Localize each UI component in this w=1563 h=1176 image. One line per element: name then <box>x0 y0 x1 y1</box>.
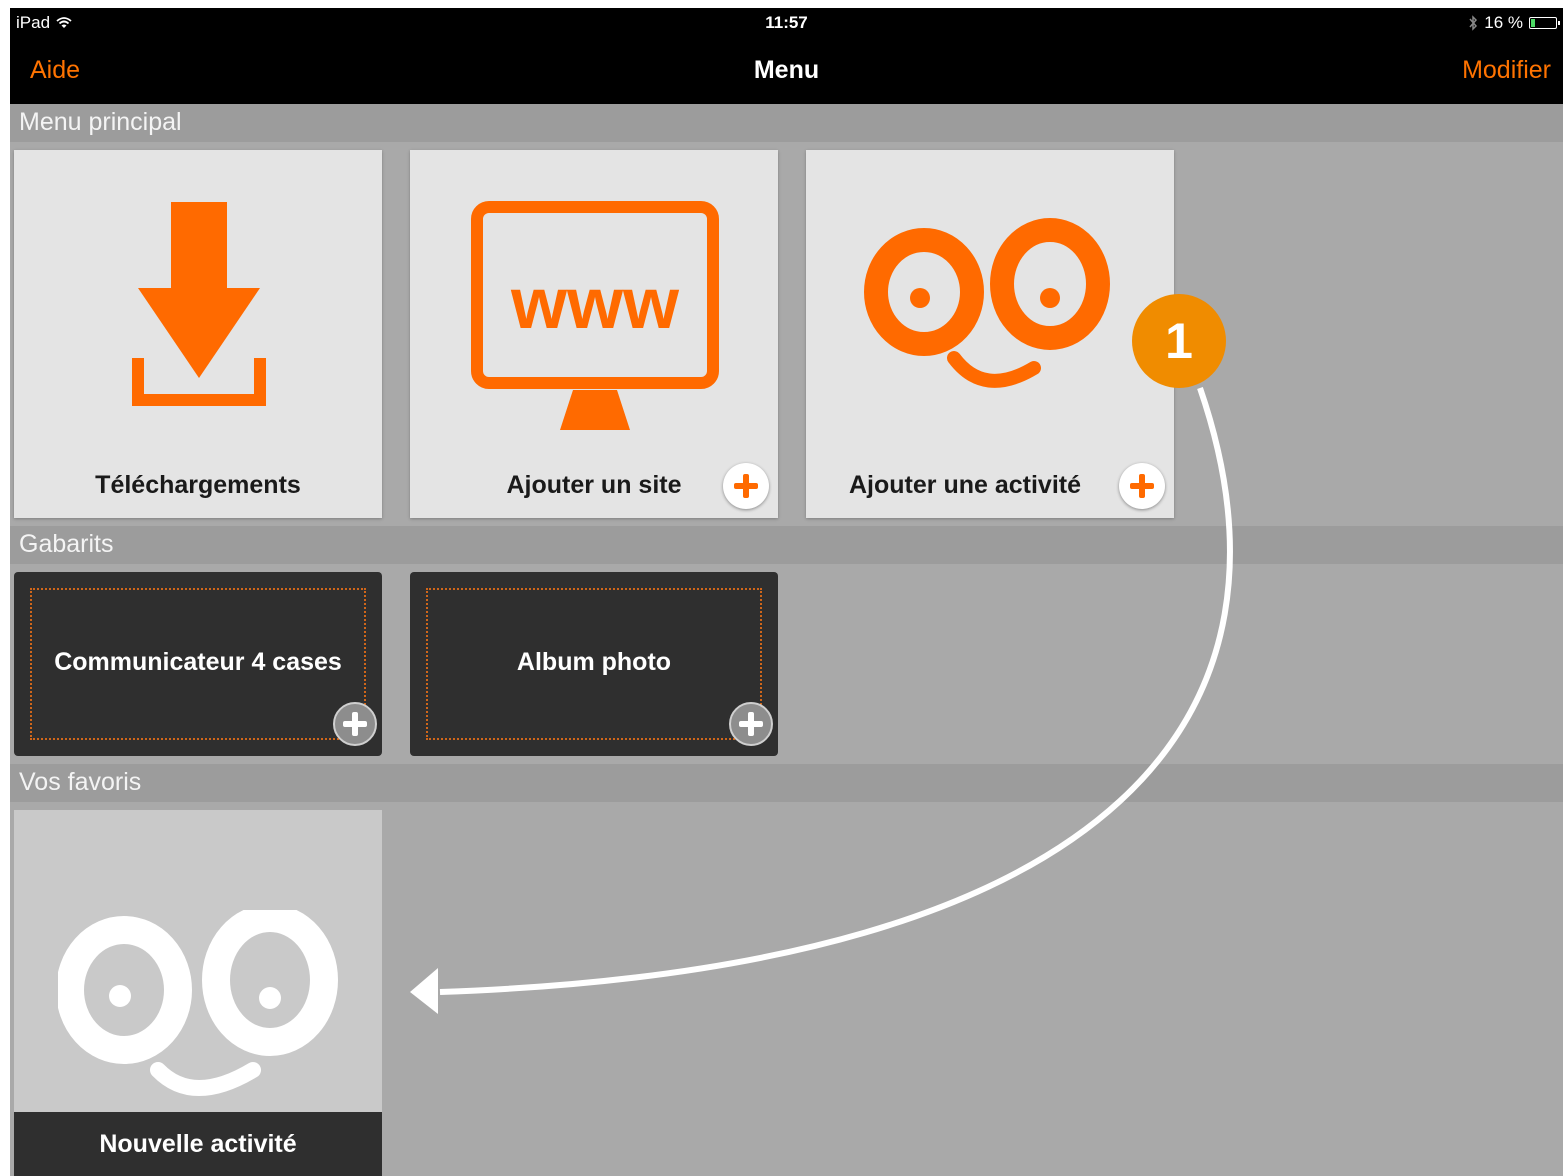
eyes-face-icon <box>58 910 338 1096</box>
add-template-plus-icon[interactable] <box>333 702 377 746</box>
template-communicator-4-cases[interactable]: Communicateur 4 cases <box>14 572 382 756</box>
battery-icon <box>1529 17 1560 29</box>
tile-add-activity[interactable]: Ajouter une activité <box>806 150 1174 518</box>
eyes-face-icon <box>864 218 1110 388</box>
www-monitor-icon: www <box>471 201 719 430</box>
step-number-badge: 1 <box>1132 294 1226 388</box>
template-label: Communicateur 4 cases <box>54 648 342 676</box>
section-header-favorites: Vos favoris <box>10 764 1563 802</box>
page-title: Menu <box>753 56 820 84</box>
download-icon <box>132 202 266 406</box>
favorite-new-activity[interactable]: Nouvelle activité <box>14 810 382 1176</box>
navigation-bar: Aide Menu Modifier <box>10 38 1563 104</box>
tile-downloads[interactable]: Téléchargements <box>14 150 382 518</box>
tile-label: Téléchargements <box>95 471 301 499</box>
add-template-plus-icon[interactable] <box>729 702 773 746</box>
favorite-label: Nouvelle activité <box>14 1112 382 1176</box>
svg-text:www: www <box>510 264 680 344</box>
battery-percent: 16 % <box>1484 13 1523 32</box>
template-label: Album photo <box>516 648 672 676</box>
section-header-main-menu: Menu principal <box>10 104 1563 142</box>
template-photo-album[interactable]: Album photo <box>410 572 778 756</box>
bluetooth-icon <box>1469 15 1478 31</box>
edit-button[interactable]: Modifier <box>1462 56 1551 85</box>
ipad-screen: iPad 11:57 16 % Aide Menu Modifier Menu … <box>10 8 1563 1176</box>
status-bar: iPad 11:57 16 % <box>10 8 1563 38</box>
tile-add-site[interactable]: www Ajouter un site <box>410 150 778 518</box>
section-header-templates: Gabarits <box>10 526 1563 564</box>
add-activity-plus-icon[interactable] <box>1119 463 1165 509</box>
tile-label: Ajouter une activité <box>849 471 1081 499</box>
status-time: 11:57 <box>765 13 808 32</box>
